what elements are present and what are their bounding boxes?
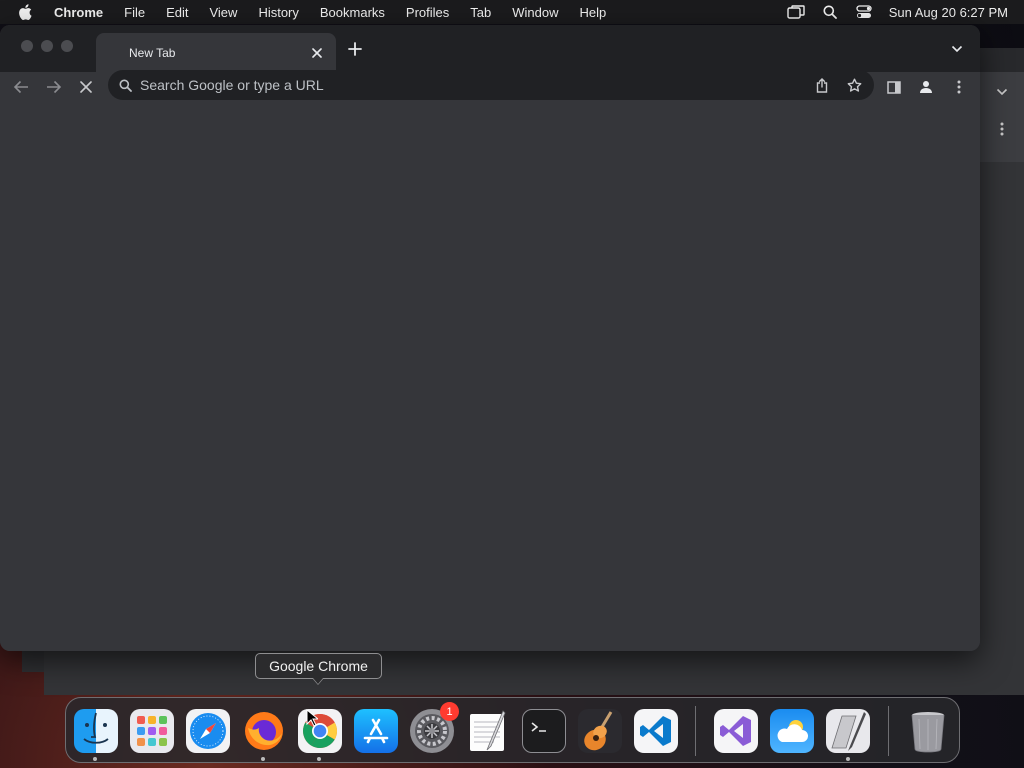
tab-strip: New Tab xyxy=(0,25,980,72)
omnibox-input[interactable] xyxy=(140,77,810,93)
menu-help[interactable]: Help xyxy=(580,5,607,20)
menu-view[interactable]: View xyxy=(209,5,237,20)
dock-weather-icon[interactable] xyxy=(770,709,814,753)
tab-title: New Tab xyxy=(129,45,176,60)
page-content xyxy=(0,103,980,651)
dock-launchpad-icon[interactable] xyxy=(130,709,174,753)
more-vert-icon xyxy=(957,80,961,94)
profile-button[interactable] xyxy=(915,76,937,98)
menu-file[interactable]: File xyxy=(124,5,145,20)
apple-menu-icon[interactable] xyxy=(18,4,38,20)
dock-tooltip-arrow-inner xyxy=(313,678,323,684)
dock-script-editor-icon[interactable] xyxy=(826,709,870,753)
plus-icon xyxy=(348,42,362,56)
dock-running-indicator xyxy=(846,757,850,761)
tab-search-button[interactable] xyxy=(948,40,966,58)
star-icon xyxy=(847,78,861,92)
dock-garageband-icon[interactable] xyxy=(578,709,622,753)
dock-terminal-icon[interactable] xyxy=(522,709,566,753)
chrome-menu-button[interactable] xyxy=(948,76,970,98)
dock-chrome-icon[interactable] xyxy=(298,709,342,753)
tab-close-icon[interactable] xyxy=(307,47,327,58)
dock-running-indicator xyxy=(261,757,265,761)
stop-loading-button[interactable] xyxy=(75,76,97,98)
chevron-down-icon xyxy=(951,45,963,53)
browser-toolbar xyxy=(0,70,980,102)
window-zoom-button[interactable] xyxy=(61,40,73,52)
dock-app-store-icon[interactable] xyxy=(354,709,398,753)
menu-clock[interactable]: Sun Aug 20 6:27 PM xyxy=(889,5,1008,20)
dock-textedit-icon[interactable] xyxy=(466,709,510,753)
window-minimize-button[interactable] xyxy=(41,40,53,52)
screen-mirroring-icon[interactable] xyxy=(779,5,813,19)
chrome-window: New Tab xyxy=(0,25,980,651)
bookmark-star-button[interactable] xyxy=(842,78,866,93)
menu-tab[interactable]: Tab xyxy=(470,5,491,20)
chevron-down-icon xyxy=(996,88,1008,96)
dock-tooltip: Google Chrome xyxy=(255,653,382,679)
new-tab-button[interactable] xyxy=(345,39,365,59)
dock-safari-icon[interactable] xyxy=(186,709,230,753)
side-panel-button[interactable] xyxy=(883,76,905,98)
dock-visual-studio-icon[interactable] xyxy=(714,709,758,753)
menu-history[interactable]: History xyxy=(258,5,298,20)
dock-separator xyxy=(695,706,696,756)
dock-vscode-icon[interactable] xyxy=(634,709,678,753)
menu-app-name[interactable]: Chrome xyxy=(54,5,103,20)
dock-separator xyxy=(888,706,889,756)
forward-button[interactable] xyxy=(43,76,65,98)
spotlight-search-icon[interactable] xyxy=(813,5,847,19)
menu-bar: Chrome File Edit View History Bookmarks … xyxy=(0,0,1024,24)
back-button[interactable] xyxy=(10,76,32,98)
share-button[interactable] xyxy=(810,77,834,93)
notification-badge: 1 xyxy=(440,702,459,721)
share-icon xyxy=(816,77,828,93)
dock-running-indicator xyxy=(317,757,321,761)
omnibox[interactable] xyxy=(108,70,874,100)
mouse-cursor-icon xyxy=(306,709,318,727)
menu-edit[interactable]: Edit xyxy=(166,5,188,20)
control-center-icon[interactable] xyxy=(847,5,881,19)
menu-profiles[interactable]: Profiles xyxy=(406,5,449,20)
close-icon xyxy=(80,81,92,93)
person-icon xyxy=(920,81,932,93)
menu-bookmarks[interactable]: Bookmarks xyxy=(320,5,385,20)
dock-finder-icon[interactable] xyxy=(74,709,118,753)
dock-trash-icon[interactable] xyxy=(906,709,950,753)
dock-running-indicator xyxy=(93,757,97,761)
more-vert-icon xyxy=(1000,122,1004,136)
side-panel-icon xyxy=(887,80,901,94)
menu-window[interactable]: Window xyxy=(512,5,558,20)
arrow-left-icon xyxy=(13,80,28,94)
window-close-button[interactable] xyxy=(21,40,33,52)
tab-new-tab[interactable]: New Tab xyxy=(96,33,336,72)
dock-firefox-icon[interactable] xyxy=(242,709,286,753)
arrow-right-icon xyxy=(47,80,62,94)
search-icon xyxy=(119,79,132,92)
